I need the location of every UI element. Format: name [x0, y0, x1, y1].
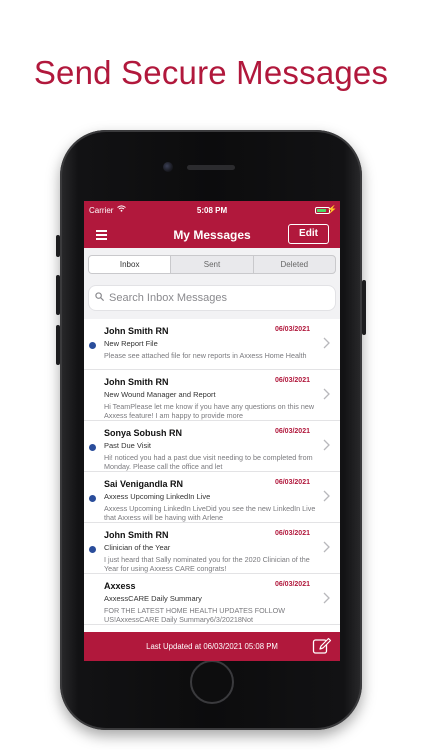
unread-dot-icon — [89, 546, 96, 553]
message-date: 06/03/2021 — [274, 479, 310, 486]
message-subject: Past Due Visit — [104, 441, 151, 450]
marketing-headline: Send Secure Messages — [33, 54, 389, 91]
message-sender: John Smith RN — [104, 326, 169, 336]
chevron-right-icon — [323, 490, 330, 502]
message-sender: Sai Venigandla RN — [104, 479, 184, 489]
charging-icon: ⚡ — [327, 205, 337, 214]
phone-side-button — [362, 280, 366, 335]
home-button[interactable] — [190, 660, 234, 704]
message-date: 06/03/2021 — [274, 530, 310, 537]
message-subject: New Report File — [104, 339, 158, 348]
search-icon — [95, 292, 104, 301]
chevron-right-icon — [323, 541, 330, 553]
message-date: 06/03/2021 — [274, 377, 310, 384]
message-subject: Axxess Upcoming LinkedIn Live — [104, 492, 211, 501]
list-item[interactable]: John Smith RN 06/03/2021 Clinician of th… — [84, 523, 340, 574]
footer-bar: Last Updated at 06/03/2021 05:08 PM — [84, 632, 340, 661]
chevron-right-icon — [323, 337, 330, 349]
unread-dot-icon — [89, 444, 96, 451]
message-sender: John Smith RN — [104, 530, 169, 540]
chevron-right-icon — [323, 592, 330, 604]
message-list: John Smith RN 06/03/2021 New Report File… — [84, 319, 340, 625]
message-preview: Hi! noticed you had a past due visit nee… — [104, 453, 313, 471]
front-camera — [163, 162, 173, 172]
nav-bar: My Messages Edit — [84, 221, 340, 248]
list-item[interactable]: Axxess 06/03/2021 AxxessCARE Daily Summa… — [84, 574, 340, 625]
last-updated-label: Last Updated at 06/03/2021 05:08 PM — [146, 642, 278, 651]
status-time: 5:08 PM — [196, 206, 228, 215]
compose-icon[interactable] — [312, 637, 332, 656]
app-screen: Carrier 5:08 PM ⚡ My Messages Edit Inbox… — [84, 201, 340, 661]
message-sender: John Smith RN — [104, 377, 169, 387]
message-preview: I just heard that Sally nominated you fo… — [104, 555, 310, 573]
tab-inbox[interactable]: Inbox — [89, 256, 171, 273]
earpiece-speaker — [187, 165, 235, 170]
message-preview: Please see attached file for new reports… — [104, 351, 307, 360]
edit-button[interactable]: Edit — [288, 224, 329, 244]
unread-dot-icon — [89, 342, 96, 349]
phone-side-button — [56, 325, 60, 365]
message-subject: AxxessCARE Daily Summary — [104, 594, 202, 603]
list-item[interactable]: John Smith RN 06/03/2021 New Report File… — [84, 319, 340, 370]
phone-side-button — [56, 275, 60, 315]
message-subject: Clinician of the Year — [104, 543, 171, 552]
tab-sent[interactable]: Sent — [170, 256, 252, 273]
message-date: 06/03/2021 — [274, 581, 310, 588]
search-input[interactable]: Search Inbox Messages — [89, 286, 335, 310]
message-date: 06/03/2021 — [274, 428, 310, 435]
chevron-right-icon — [323, 388, 330, 400]
message-preview: Hi TeamPlease let me know if you have an… — [104, 402, 315, 420]
status-bar: Carrier 5:08 PM ⚡ — [84, 201, 340, 221]
message-preview: Axxess Upcoming LinkedIn LiveDid you see… — [104, 504, 316, 522]
mailbox-tabs: Inbox Sent Deleted — [88, 255, 336, 274]
phone-side-button — [56, 235, 60, 257]
list-item[interactable]: Sai Venigandla RN 06/03/2021 Axxess Upco… — [84, 472, 340, 523]
message-sender: Sonya Sobush RN — [104, 428, 183, 438]
chevron-right-icon — [323, 439, 330, 451]
message-subject: New Wound Manager and Report — [104, 390, 216, 399]
unread-dot-icon — [89, 495, 96, 502]
filter-area: Inbox Sent Deleted Search Inbox Messages — [84, 248, 340, 319]
message-preview: FOR THE LATEST HOME HEALTH UPDATES FOLLO… — [104, 606, 286, 624]
search-placeholder: Search Inbox Messages — [109, 292, 228, 304]
list-item[interactable]: John Smith RN 06/03/2021 New Wound Manag… — [84, 370, 340, 421]
message-sender: Axxess — [104, 581, 136, 591]
tab-deleted[interactable]: Deleted — [252, 256, 335, 273]
message-date: 06/03/2021 — [274, 326, 310, 333]
list-item[interactable]: Sonya Sobush RN 06/03/2021 Past Due Visi… — [84, 421, 340, 472]
